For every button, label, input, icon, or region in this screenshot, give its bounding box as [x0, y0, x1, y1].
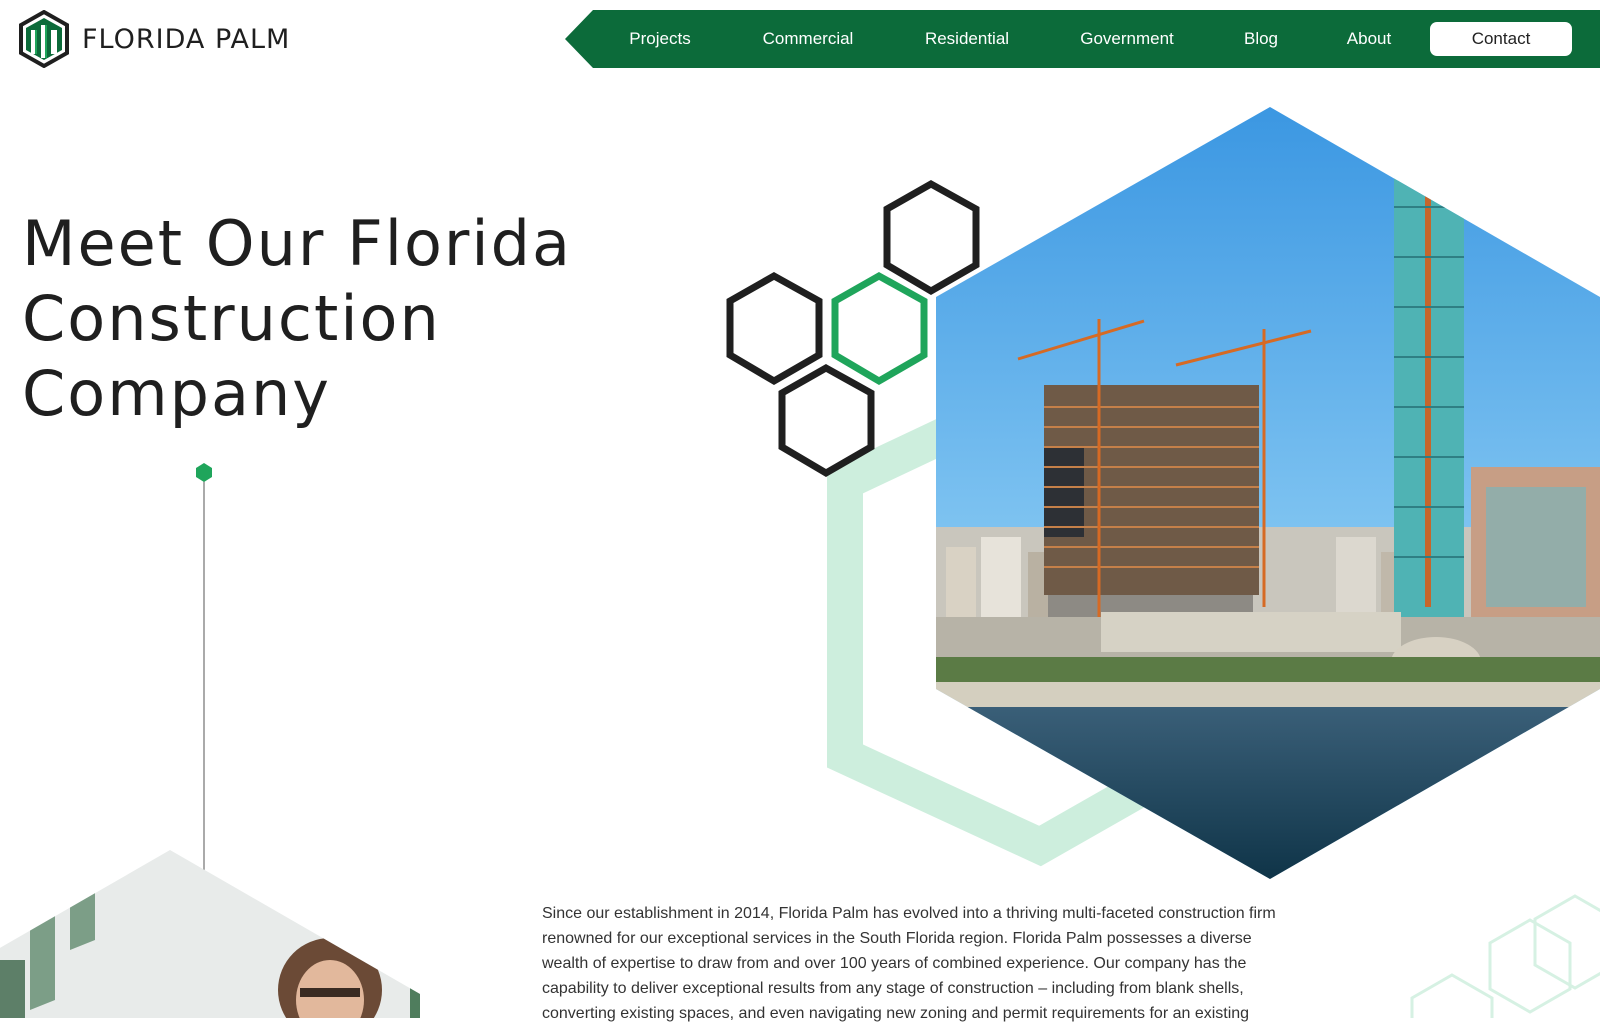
construction-site-photo: [936, 107, 1600, 879]
honeycomb-pattern: [1410, 894, 1600, 1018]
hex-outline-bottom: [778, 363, 875, 478]
hex-outline-green: [831, 271, 928, 386]
about-paragraph: Since our establishment in 2014, Florida…: [542, 905, 1276, 1022]
hex-outline-left: [726, 271, 823, 386]
team-member-photo: [0, 850, 420, 1018]
